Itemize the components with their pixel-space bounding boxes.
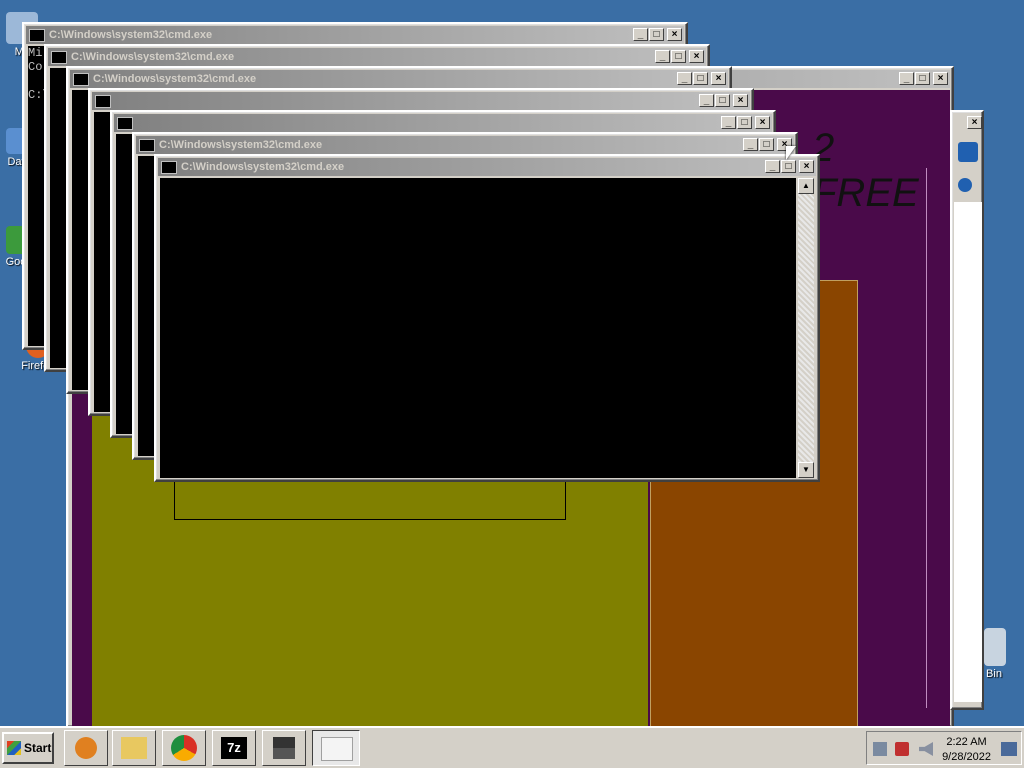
minimize-button[interactable]: _ (765, 160, 780, 173)
title-bar[interactable]: _ □ × (92, 92, 750, 110)
title-bar[interactable]: C:\Windows\system32\cmd.exe _ □ × (26, 26, 684, 44)
minimize-button[interactable]: _ (721, 116, 736, 129)
cmd-icon (95, 94, 111, 108)
close-button[interactable]: × (799, 160, 814, 173)
maximize-button[interactable]: □ (649, 28, 664, 41)
minimize-button[interactable]: _ (899, 72, 914, 85)
window-controls: _ □ × (676, 72, 726, 86)
taskbar-window-preview[interactable] (312, 730, 360, 766)
cmd-icon (117, 116, 133, 130)
minimize-button[interactable]: _ (655, 50, 670, 63)
maximize-button[interactable]: □ (781, 160, 796, 173)
page-area (954, 202, 982, 702)
recycle-bin-icon (984, 628, 1006, 666)
chrome-icon (171, 735, 197, 761)
clock-date: 9/28/2022 (942, 751, 991, 763)
maximize-button[interactable]: □ (759, 138, 774, 151)
window-preview-icon (321, 737, 353, 761)
title-bar[interactable]: C:\Windows\system32\cmd.exe _ □ × (70, 70, 728, 88)
cmd-icon (139, 138, 155, 152)
window-controls: _ □ × (654, 50, 704, 64)
window-controls: _ □ × (698, 94, 748, 108)
window-title: C:\Windows\system32\cmd.exe (181, 161, 345, 173)
security-alert-icon[interactable] (895, 742, 909, 756)
window-title: C:\Windows\system32\cmd.exe (93, 73, 257, 85)
title-bar[interactable]: C:\Windows\system32\cmd.exe _ □ × (158, 158, 816, 176)
cmd-window[interactable]: C:\Windows\system32\cmd.exe_□×▲▼ (154, 154, 820, 482)
search-icon[interactable] (958, 142, 978, 162)
inner-frame (926, 168, 951, 708)
maximize-button[interactable]: □ (715, 94, 730, 107)
scroll-up-arrow[interactable]: ▲ (798, 178, 814, 194)
console-output[interactable] (160, 178, 796, 478)
taskbar-file-explorer[interactable] (112, 730, 156, 766)
windows-logo-icon (7, 741, 21, 755)
media-player-icon (75, 737, 97, 759)
vertical-scrollbar[interactable]: ▲▼ (798, 178, 814, 478)
start-label: Start (24, 741, 52, 755)
taskbar: Start 7z 2:22 AM 9/28/2022 (0, 726, 1024, 768)
window-controls: _ □ × (720, 116, 770, 130)
mouse-cursor (786, 146, 796, 160)
cmd-icon (161, 160, 177, 174)
file-explorer-icon (121, 737, 147, 759)
volume-icon[interactable] (919, 742, 933, 756)
window-title: C:\Windows\system32\cmd.exe (71, 51, 235, 63)
system-tray: 2:22 AM 9/28/2022 (866, 731, 1022, 765)
maximize-button[interactable]: □ (915, 72, 930, 85)
cmd-icon (73, 72, 89, 86)
close-button[interactable]: × (667, 28, 682, 41)
minimize-button[interactable]: _ (677, 72, 692, 85)
window-controls: _ □ × (632, 28, 682, 42)
scroll-down-arrow[interactable]: ▼ (798, 462, 814, 478)
start-button[interactable]: Start (2, 732, 54, 764)
close-button[interactable]: × (967, 116, 982, 129)
taskbar-task-switch[interactable] (262, 730, 306, 766)
desktop-icon-label: Bin (986, 668, 1002, 680)
task-switch-icon (273, 737, 295, 759)
maximize-button[interactable]: □ (693, 72, 708, 85)
minimize-button[interactable]: _ (699, 94, 714, 107)
show-desktop-icon[interactable] (1001, 742, 1017, 756)
close-button[interactable]: × (711, 72, 726, 85)
window-controls: _ □ × (764, 160, 814, 174)
clock[interactable]: 2:22 AM 9/28/2022 (942, 735, 991, 765)
close-button[interactable]: × (689, 50, 704, 63)
7zip-icon: 7z (221, 737, 247, 759)
clock-time: 2:22 AM (946, 736, 987, 748)
cmd-icon (51, 50, 67, 64)
window-title: C:\Windows\system32\cmd.exe (159, 139, 323, 151)
taskbar-7zip[interactable]: 7z (212, 730, 256, 766)
window-title: C:\Windows\system32\cmd.exe (49, 29, 213, 41)
close-button[interactable]: × (733, 94, 748, 107)
title-bar[interactable]: _ □ × (114, 114, 772, 132)
help-icon[interactable] (958, 178, 972, 192)
network-icon[interactable] (873, 742, 887, 756)
cmd-icon (29, 28, 45, 42)
browser-window-edge[interactable]: × (950, 110, 984, 710)
taskbar-chrome[interactable] (162, 730, 206, 766)
title-bar[interactable]: C:\Windows\system32\cmd.exe _ □ × (48, 48, 706, 66)
close-button[interactable]: × (755, 116, 770, 129)
title-bar[interactable]: C:\Windows\system32\cmd.exe _ □ × (136, 136, 794, 154)
maximize-button[interactable]: □ (671, 50, 686, 63)
window-controls: _ □ × (742, 138, 792, 152)
minimize-button[interactable]: _ (633, 28, 648, 41)
minimize-button[interactable]: _ (743, 138, 758, 151)
close-button[interactable]: × (933, 72, 948, 85)
taskbar-media-player[interactable] (64, 730, 108, 766)
maximize-button[interactable]: □ (737, 116, 752, 129)
